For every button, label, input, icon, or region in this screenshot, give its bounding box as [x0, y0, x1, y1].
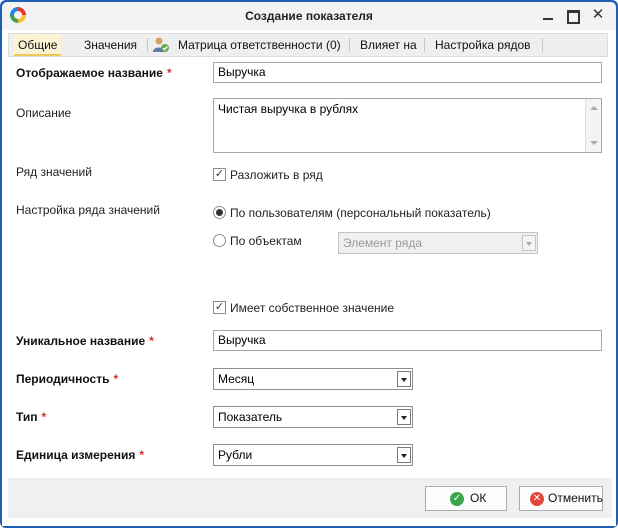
ok-button-label: ОК	[470, 491, 487, 505]
display-name-label-text: Отображаемое название	[16, 66, 163, 80]
chevron-down-icon[interactable]	[397, 409, 411, 425]
cancel-button-label: Отменить	[548, 491, 603, 505]
ok-button[interactable]: ✓ ОК	[425, 486, 507, 511]
series-element-select: Элемент ряда	[338, 232, 538, 254]
scroll-up-icon[interactable]	[590, 106, 598, 110]
tab-values[interactable]: Значения	[80, 34, 141, 56]
unique-name-input[interactable]: Выручка	[213, 330, 602, 351]
required-mark: *	[113, 372, 119, 386]
decompose-series-checkbox[interactable]: ✓	[213, 168, 226, 181]
tab-bar: Общие Значения Матрица ответственности (…	[8, 33, 608, 57]
decompose-series-label: Разложить в ряд	[230, 168, 323, 182]
close-icon[interactable]: ✕	[591, 7, 605, 22]
own-value-label: Имеет собственное значение	[230, 301, 395, 315]
scroll-down-icon[interactable]	[590, 141, 598, 145]
maximize-icon[interactable]	[565, 8, 580, 24]
check-circle-icon: ✓	[450, 492, 464, 506]
series-element-placeholder: Элемент ряда	[343, 236, 422, 250]
tab-separator	[542, 38, 543, 52]
chevron-down-icon[interactable]	[397, 447, 411, 463]
dialog-body: Общие Значения Матрица ответственности (…	[2, 30, 616, 526]
cancel-circle-icon: ✕	[530, 492, 544, 506]
unique-name-label: Уникальное название *	[16, 334, 154, 348]
value-series-label: Ряд значений	[16, 165, 92, 179]
radio-by-objects-label: По объектам	[230, 234, 302, 248]
required-mark: *	[149, 334, 154, 348]
chevron-down-icon[interactable]	[397, 371, 411, 387]
title-bar[interactable]: Создание показателя ✕	[2, 2, 616, 30]
type-value: Показатель	[218, 410, 283, 424]
tab-separator	[349, 38, 350, 52]
tab-general[interactable]: Общие	[14, 34, 62, 56]
dialog-footer: ✓ ОК ✕ Отменить	[8, 478, 612, 518]
radio-by-users-label: По пользователям (персональный показател…	[230, 206, 491, 220]
minimize-icon[interactable]	[541, 8, 555, 22]
description-label: Описание	[16, 106, 72, 120]
radio-by-objects[interactable]	[213, 234, 226, 247]
tab-responsibility-matrix[interactable]: Матрица ответственности (0)	[174, 34, 345, 56]
description-scrollbar[interactable]	[585, 99, 601, 152]
type-select[interactable]: Показатель	[213, 406, 413, 428]
unit-value: Рубли	[218, 448, 253, 462]
tab-series-settings[interactable]: Настройка рядов	[431, 34, 535, 56]
display-name-label: Отображаемое название *	[16, 66, 172, 80]
description-text: Чистая выручка в рублях	[218, 102, 359, 116]
dialog-window: Создание показателя ✕ Общие Значения Мат…	[0, 0, 618, 528]
required-mark: *	[41, 410, 47, 424]
periodicity-value: Месяц	[218, 372, 255, 386]
tab-influences[interactable]: Влияет на	[356, 34, 421, 56]
required-mark: *	[166, 66, 172, 80]
display-name-input[interactable]: Выручка	[213, 62, 602, 83]
unit-select[interactable]: Рубли	[213, 444, 413, 466]
periodicity-label-text: Периодичность	[16, 372, 110, 386]
tab-separator	[424, 38, 425, 52]
series-setup-label: Настройка ряда значений	[16, 203, 160, 217]
tab-separator	[147, 38, 148, 52]
description-textarea[interactable]: Чистая выручка в рублях	[213, 98, 602, 153]
cancel-button[interactable]: ✕ Отменить	[519, 486, 603, 511]
type-label-text: Тип	[16, 410, 38, 424]
unit-label: Единица измерения *	[16, 448, 144, 462]
chevron-down-icon	[522, 235, 536, 251]
window-title: Создание показателя	[245, 9, 373, 23]
radio-by-users[interactable]	[213, 206, 226, 219]
type-label: Тип *	[16, 410, 46, 424]
required-mark: *	[139, 448, 145, 462]
own-value-checkbox[interactable]: ✓	[213, 301, 226, 314]
periodicity-select[interactable]: Месяц	[213, 368, 413, 390]
unique-name-label-text: Уникальное название	[16, 334, 146, 348]
periodicity-label: Периодичность *	[16, 372, 118, 386]
unit-label-text: Единица измерения	[16, 448, 136, 462]
responsibility-matrix-icon	[153, 37, 169, 52]
